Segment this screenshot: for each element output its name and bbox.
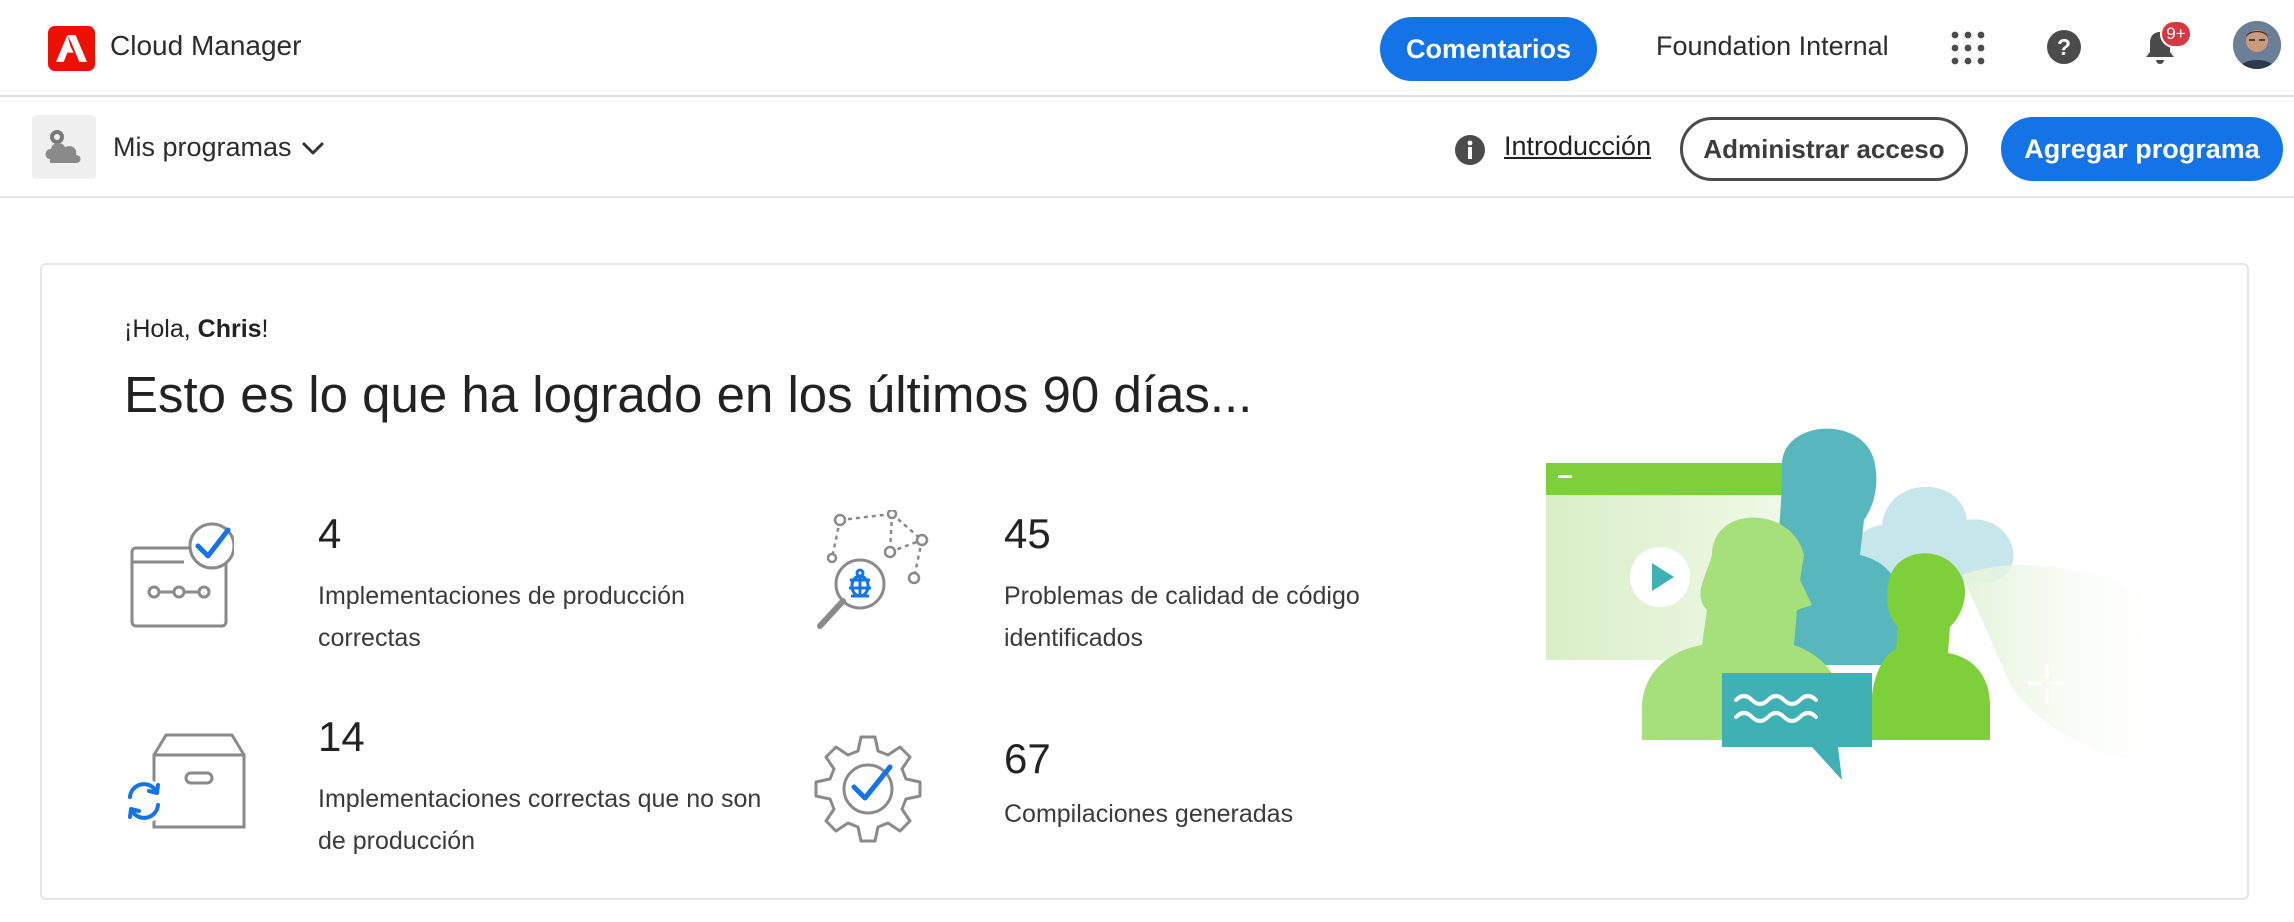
cloud-gear-icon bbox=[32, 115, 96, 179]
stat-label: Implementaciones correctas que no son de… bbox=[318, 785, 762, 855]
app-title[interactable]: Cloud Manager bbox=[110, 30, 301, 62]
help-icon[interactable]: ? bbox=[2046, 29, 2082, 65]
stat-value: 67 bbox=[1004, 735, 1051, 782]
adobe-logo[interactable] bbox=[48, 26, 95, 71]
summary-card: ¡Hola, Chris! Esto es lo que ha logrado … bbox=[40, 263, 2249, 900]
collaboration-illustration bbox=[1546, 428, 2182, 780]
bug-search-icon bbox=[817, 510, 929, 629]
manage-access-button[interactable]: Administrar acceso bbox=[1680, 117, 1968, 181]
pipeline-check-icon bbox=[130, 522, 234, 628]
stat-value: 45 bbox=[1004, 510, 1051, 557]
feedback-button[interactable]: Comentarios bbox=[1380, 17, 1597, 81]
stat-label: Problemas de calidad de código identific… bbox=[1004, 582, 1360, 652]
stat-value: 14 bbox=[318, 713, 365, 760]
avatar[interactable] bbox=[2233, 21, 2281, 69]
programs-dropdown-label[interactable]: Mis programas bbox=[113, 132, 292, 163]
stat-label: Implementaciones de producción correctas bbox=[318, 582, 685, 652]
introduction-link[interactable]: Introducción bbox=[1504, 131, 1651, 162]
chevron-down-icon[interactable] bbox=[300, 136, 326, 162]
page-title: Esto es lo que ha logrado en los últimos… bbox=[124, 366, 1253, 423]
stat-value: 4 bbox=[318, 510, 342, 557]
apps-grid-icon[interactable] bbox=[1950, 30, 1986, 66]
notification-badge: 9+ bbox=[2160, 20, 2192, 48]
info-icon bbox=[1455, 135, 1485, 165]
org-switcher[interactable]: Foundation Internal bbox=[1656, 31, 1889, 62]
top-bar: Cloud Manager Comentarios Foundation Int… bbox=[0, 0, 2294, 97]
greeting: ¡Hola, Chris! bbox=[124, 315, 269, 343]
user-name: Chris bbox=[197, 315, 262, 343]
program-bar: Mis programas Introducción Administrar a… bbox=[0, 98, 2294, 198]
gear-check-icon bbox=[814, 735, 922, 843]
svg-text:?: ? bbox=[2057, 34, 2071, 60]
stat-label: Compilaciones generadas bbox=[1004, 800, 1294, 828]
box-refresh-icon bbox=[124, 733, 246, 829]
add-program-button[interactable]: Agregar programa bbox=[2001, 117, 2283, 181]
